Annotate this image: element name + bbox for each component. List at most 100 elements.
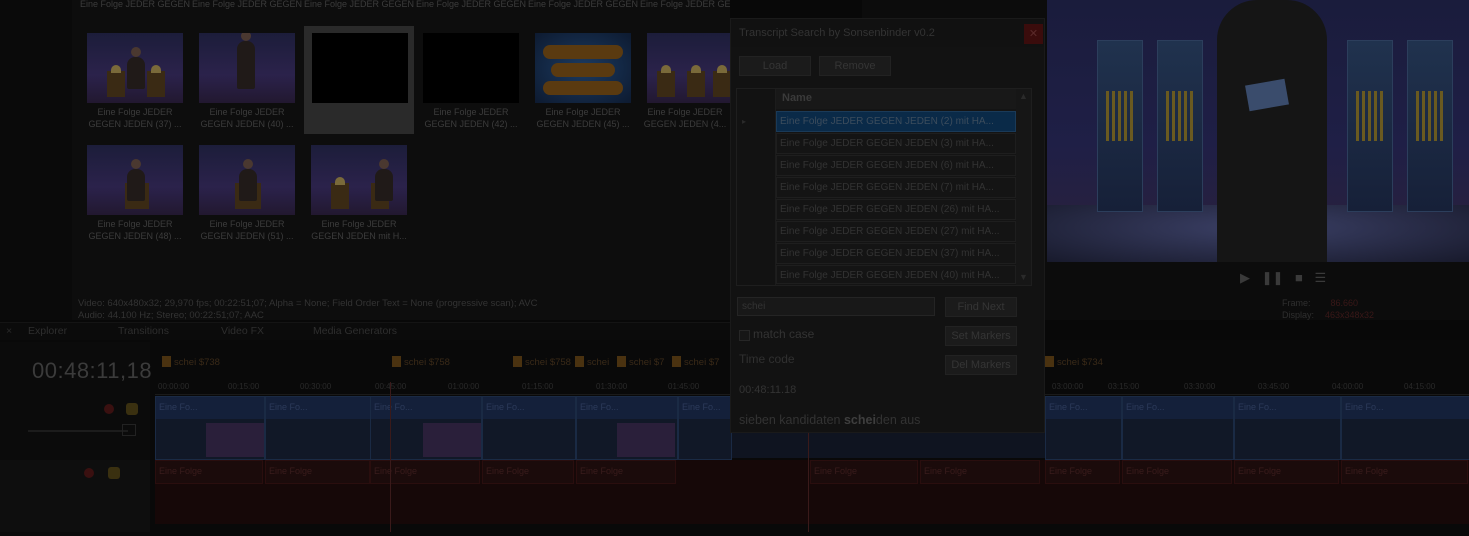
media-tile[interactable]: Eine Folge JEDER GEGEN JEDEN (42) ...	[416, 28, 526, 133]
media-thumbnail	[199, 145, 295, 215]
media-tile[interactable]: Eine Folge JEDER GEGEN JEDEN (37) ...	[80, 28, 190, 133]
tab-transitions[interactable]: Transitions	[118, 325, 169, 337]
timeline-marker[interactable]: schei $734	[1045, 356, 1103, 368]
video-clip[interactable]: Eine Fo...	[155, 396, 265, 460]
tab-explorer[interactable]: Explorer	[28, 325, 67, 337]
window-tabs: × Explorer Transitions Video FX Media Ge…	[0, 322, 730, 341]
list-item[interactable]: Eine Folge JEDER GEGEN JEDEN (40) mit HA…	[776, 265, 1016, 284]
video-clip[interactable]: Eine Fo...	[1045, 396, 1122, 460]
timecode-value: 00:48:11.18	[739, 384, 797, 396]
audio-clip[interactable]: Eine Folge	[1122, 460, 1232, 484]
ruler-tick: 00:00:00	[158, 382, 190, 391]
list-item[interactable]: Eine Folge JEDER GEGEN JEDEN (2) mit HA.…	[776, 111, 1016, 132]
media-caption: Eine Folge JEDER GEGEN JEDEN (48) ...	[88, 219, 182, 241]
transcript-snippet: sieben kandidaten scheiden aus	[739, 413, 921, 427]
video-clip[interactable]: Eine Fo...	[1341, 396, 1469, 460]
scroll-up-icon[interactable]: ▲	[1019, 91, 1028, 101]
tab-close-icon[interactable]: ×	[6, 325, 12, 337]
timeline-marker[interactable]: schei $7	[617, 356, 664, 368]
del-markers-button[interactable]: Del Markers	[945, 355, 1017, 375]
media-tile[interactable]: Eine Folge JEDER GEGEN JEDEN (4...	[640, 28, 730, 133]
remove-button[interactable]: Remove	[819, 56, 891, 76]
playhead[interactable]	[390, 382, 391, 532]
audio-clip[interactable]: Eine Folge	[920, 460, 1040, 484]
scroll-down-icon[interactable]: ▼	[1019, 272, 1028, 282]
timeline-marker[interactable]: schei $758	[513, 356, 571, 368]
search-input[interactable]	[737, 297, 935, 316]
audio-track-header	[0, 460, 150, 532]
top-caption: Eine Folge JEDER GEGEN JEDEN (3) mi...	[192, 0, 302, 9]
media-tile[interactable]: Eine Folge JEDER GEGEN JEDEN (51) ...	[192, 140, 302, 245]
name-column-header[interactable]: Name	[776, 89, 1016, 109]
menu-icon[interactable]: ☰	[1315, 270, 1327, 286]
media-thumbnail	[311, 145, 407, 215]
tab-video-fx[interactable]: Video FX	[221, 325, 264, 337]
ruler-tick: 04:15:00	[1404, 382, 1436, 391]
media-thumbnail	[535, 33, 631, 103]
fx-icon[interactable]	[108, 467, 120, 479]
ruler-tick: 03:00:00	[1052, 382, 1084, 391]
timecode-label: Time code	[739, 352, 795, 366]
pause-icon[interactable]: ❚❚	[1262, 270, 1284, 286]
fx-icon[interactable]	[126, 403, 138, 415]
list-item[interactable]: Eine Folge JEDER GEGEN JEDEN (27) mit HA…	[776, 221, 1016, 242]
frame-value: 86.660	[1330, 298, 1359, 308]
video-clip[interactable]: Eine Fo...	[370, 396, 482, 460]
list-item[interactable]: Eine Folge JEDER GEGEN JEDEN (26) mit HA…	[776, 199, 1016, 220]
video-clip[interactable]: Eine Fo...	[1234, 396, 1341, 460]
list-item[interactable]: Eine Folge JEDER GEGEN JEDEN (37) mit HA…	[776, 243, 1016, 264]
audio-clip[interactable]: Eine Folge	[265, 460, 370, 484]
ruler-tick: 03:45:00	[1258, 382, 1290, 391]
timeline-timecode: 00:48:11,18	[32, 358, 153, 383]
media-tile[interactable]: Eine Folge JEDER GEGEN JEDEN (48) ...	[80, 140, 190, 245]
timeline-marker[interactable]: schei $738	[162, 356, 220, 368]
dialog-title: Transcript Search by Sonsenbinder v0.2	[739, 27, 935, 39]
current-row-icon: ▸	[742, 117, 747, 126]
media-thumbnail	[423, 33, 519, 103]
audio-clip[interactable]: Eine Folge	[482, 460, 574, 484]
audio-clip[interactable]: Eine Folge	[370, 460, 480, 484]
play-icon[interactable]: ▶	[1240, 270, 1250, 286]
audio-clip[interactable]: Eine Folge	[810, 460, 918, 484]
stop-icon[interactable]: ■	[1295, 270, 1303, 285]
media-tile[interactable]: Eine Folge JEDER GEGEN JEDEN mit H...	[304, 140, 414, 245]
timeline-marker[interactable]: schei $7	[672, 356, 719, 368]
video-clip[interactable]: Eine Fo...	[482, 396, 576, 460]
tab-media-generators[interactable]: Media Generators	[313, 325, 397, 337]
top-caption: Eine Folge JEDER GEGEN JEDEN (26)...	[528, 0, 638, 9]
media-properties-status: Video: 640x480x32; 29,970 fps; 00:22:51;…	[78, 298, 538, 321]
record-icon[interactable]	[104, 404, 114, 414]
audio-clip[interactable]: Eine Folge	[1341, 460, 1468, 484]
media-caption: Eine Folge JEDER GEGEN JEDEN (37) ...	[88, 107, 182, 129]
list-item[interactable]: Eine Folge JEDER GEGEN JEDEN (7) mit HA.…	[776, 177, 1016, 198]
timeline-marker[interactable]: schei $758	[392, 356, 450, 368]
match-case-checkbox[interactable]	[739, 330, 750, 341]
audio-clip[interactable]: Eine Folge	[155, 460, 263, 484]
video-clip[interactable]: Eine Fo...	[265, 396, 372, 460]
audio-clip[interactable]: Eine Folge	[576, 460, 676, 484]
timeline-marker[interactable]: schei	[575, 356, 609, 368]
load-button[interactable]: Load	[739, 56, 811, 76]
audio-clip[interactable]: Eine Folge	[1234, 460, 1339, 484]
list-scrollbar[interactable]	[1016, 89, 1031, 285]
media-caption: Eine Folge JEDER GEGEN JEDEN mit H...	[311, 219, 407, 241]
video-clip[interactable]: Eine Fo...	[576, 396, 678, 460]
video-clip[interactable]: Eine Fo...	[1122, 396, 1234, 460]
list-item[interactable]: Eine Folge JEDER GEGEN JEDEN (6) mit HA.…	[776, 155, 1016, 176]
bin-left-panel	[0, 0, 72, 320]
record-icon[interactable]	[84, 468, 94, 478]
set-markers-button[interactable]: Set Markers	[945, 326, 1017, 346]
match-case-label: match case	[753, 327, 815, 341]
list-item[interactable]: Eine Folge JEDER GEGEN JEDEN (3) mit HA.…	[776, 133, 1016, 154]
volume-slider[interactable]	[28, 430, 128, 432]
find-next-button[interactable]: Find Next	[945, 297, 1017, 317]
media-tile[interactable]: Eine Folge JEDER GEGEN JEDEN (45) ...	[528, 28, 638, 133]
close-button[interactable]: ✕	[1024, 24, 1043, 44]
video-clip[interactable]: Eine Fo...	[678, 396, 732, 460]
ruler-tick: 01:15:00	[522, 382, 554, 391]
media-tile[interactable]: Eine Folge JEDER GEGEN JEDEN (40) ...	[192, 28, 302, 133]
audio-clip[interactable]: Eine Folge	[1045, 460, 1120, 484]
expand-icon[interactable]	[122, 424, 136, 436]
ruler-tick: 01:30:00	[596, 382, 628, 391]
media-tile-selected[interactable]	[304, 26, 414, 134]
